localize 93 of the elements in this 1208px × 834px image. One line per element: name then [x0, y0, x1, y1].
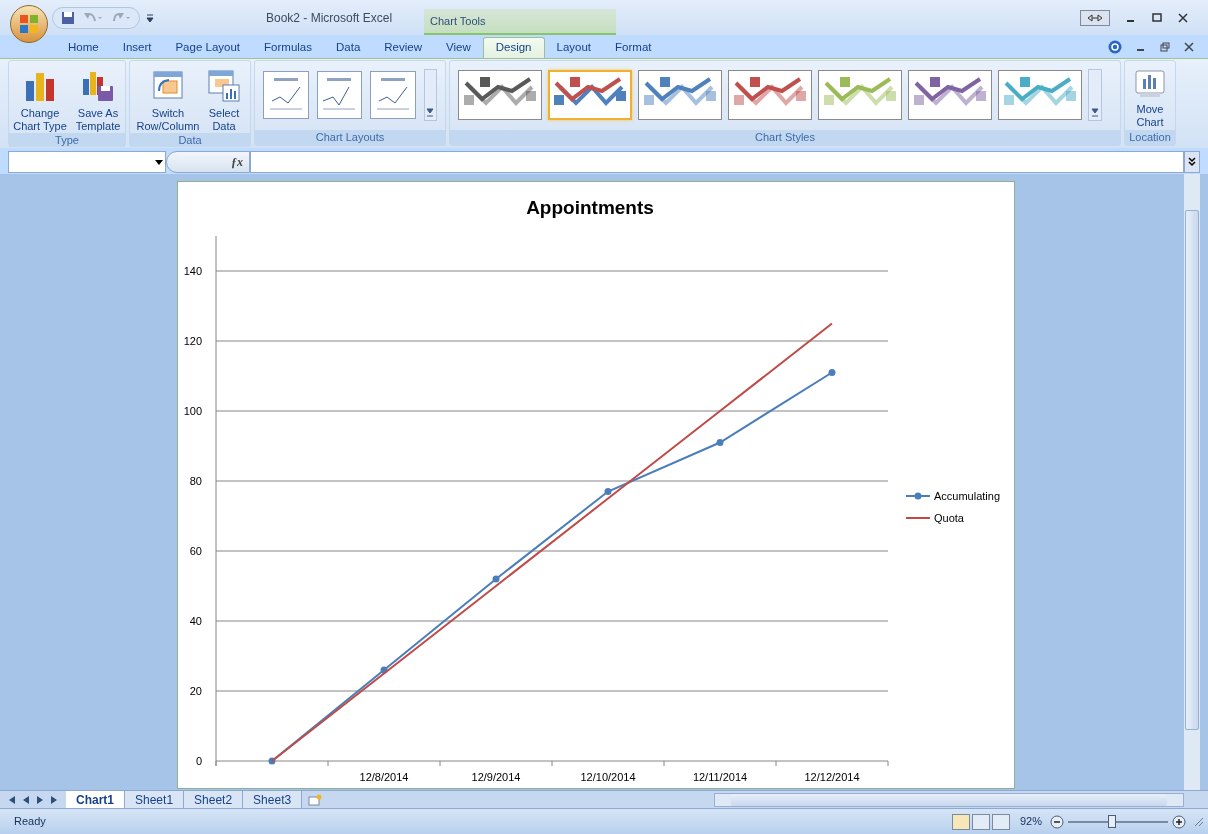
ribbon-tab[interactable]: Home: [56, 37, 111, 58]
table-chart-icon: [207, 69, 241, 103]
zoom-out-icon[interactable]: [1050, 814, 1064, 829]
axis-label: 80: [189, 475, 202, 487]
zoom-in-icon[interactable]: [1172, 814, 1186, 829]
ribbon-tab[interactable]: Layout: [544, 37, 604, 58]
ribbon-tab[interactable]: Page Layout: [163, 37, 253, 58]
group-label: Chart Layouts: [255, 130, 445, 145]
ribbon-button[interactable]: Change Chart Type: [10, 65, 70, 133]
office-button[interactable]: [10, 4, 48, 43]
chart-style-option[interactable]: [548, 70, 632, 120]
axis-label: 12/11/2014: [692, 771, 748, 783]
formula-field[interactable]: [250, 151, 1184, 173]
legend-key: [905, 492, 931, 500]
ribbon-tab[interactable]: Format: [603, 37, 664, 58]
sheet-tab[interactable]: Sheet1: [125, 790, 185, 809]
status-text: Ready: [14, 814, 46, 830]
close-icon[interactable]: [1178, 12, 1188, 23]
axis-label: 12/9/2014: [471, 771, 521, 783]
ribbon-button[interactable]: Move Chart: [1129, 65, 1171, 129]
office-logo-icon: [18, 12, 40, 35]
axis-label: 140: [183, 265, 202, 277]
chevron-icon[interactable]: [1188, 157, 1196, 167]
chart-style-option[interactable]: [998, 70, 1082, 120]
view-button[interactable]: [971, 813, 990, 830]
dropdown-icon[interactable]: [155, 159, 163, 165]
context-tab-header: Chart Tools: [424, 9, 617, 35]
window-title: Book2 - Microsoft Excel: [266, 9, 393, 27]
group-label: Type: [9, 133, 125, 147]
sheet-tab[interactable]: Sheet3: [243, 790, 303, 809]
ribbon-tab[interactable]: Insert: [110, 37, 164, 58]
chart-style-option[interactable]: [818, 70, 902, 120]
gallery-scrollbar[interactable]: [1088, 69, 1102, 121]
ribbon-tab[interactable]: View: [434, 37, 483, 58]
gallery-scrollbar[interactable]: [423, 69, 437, 121]
chart-style-option[interactable]: [908, 70, 992, 120]
resize-grip-icon: [1194, 816, 1204, 827]
axis-label: 12/12/2014: [804, 771, 860, 783]
restore-icon[interactable]: [1160, 42, 1170, 52]
customize-icon[interactable]: [146, 12, 154, 23]
chart-title: Appointments: [526, 197, 654, 218]
double-arrow-icon: [1087, 13, 1103, 22]
legend-label: Accumulating: [934, 490, 1001, 502]
chart-layout-option[interactable]: [316, 71, 363, 119]
ribbon-tab[interactable]: Review: [372, 37, 434, 58]
axis-label: 20: [189, 685, 202, 697]
legend-label: Quota: [934, 512, 964, 524]
more-icon[interactable]: [1091, 106, 1099, 120]
data-point: [604, 488, 612, 495]
axis-label: 0: [195, 755, 202, 767]
vertical-scrollbar[interactable]: [1184, 174, 1200, 790]
data-point: [492, 575, 500, 583]
close-icon[interactable]: [1184, 42, 1194, 52]
chart-save-icon: [81, 69, 115, 103]
chart-layout-option[interactable]: [370, 71, 416, 119]
ribbon-button[interactable]: Save As Template: [72, 65, 124, 133]
ribbon-tab[interactable]: Formulas: [252, 37, 324, 58]
ribbon-tab[interactable]: Design: [482, 37, 545, 58]
axis-label: 12/10/2014: [580, 771, 636, 783]
axis-label: 120: [183, 335, 202, 347]
chart-style-option[interactable]: [638, 70, 722, 120]
chart-layout-option[interactable]: [263, 71, 309, 119]
sheet-tab[interactable]: Sheet2: [184, 790, 244, 809]
chart-style-option[interactable]: [728, 70, 812, 120]
data-point: [828, 369, 836, 376]
chart-style-option[interactable]: [458, 70, 542, 120]
more-icon[interactable]: [426, 106, 435, 120]
axis-label: 40: [189, 615, 202, 627]
axis-label: 100: [183, 405, 202, 417]
ribbon-button[interactable]: Select Data: [203, 65, 245, 133]
horizontal-scrollbar[interactable]: [714, 792, 1184, 807]
view-button[interactable]: [951, 813, 970, 830]
ribbon-button[interactable]: Switch Row/Column: [135, 65, 201, 133]
zoom-level[interactable]: 92%: [1019, 813, 1042, 830]
group-label: Location: [1125, 130, 1175, 145]
sheet-tab[interactable]: Chart1: [66, 790, 125, 809]
function-icon[interactable]: ƒx: [231, 153, 243, 171]
axis-label: 12/8/2014: [359, 771, 409, 783]
restore-button[interactable]: [1080, 9, 1110, 26]
group-label: Data: [130, 133, 250, 147]
ribbon-tab[interactable]: Data: [324, 37, 373, 58]
view-button[interactable]: [991, 813, 1010, 830]
group-label: Chart Styles: [450, 130, 1120, 145]
move-chart-icon: [1134, 69, 1166, 99]
zoom-slider[interactable]: [1068, 814, 1168, 829]
save-icon[interactable]: [61, 10, 75, 25]
slider-thumb[interactable]: [1108, 814, 1116, 828]
maximize-icon[interactable]: [1152, 12, 1162, 23]
expand-button[interactable]: [1184, 151, 1200, 173]
data-point: [268, 757, 276, 765]
axis-label: 60: [189, 545, 202, 557]
data-point: [380, 666, 388, 674]
data-point: [716, 439, 724, 446]
